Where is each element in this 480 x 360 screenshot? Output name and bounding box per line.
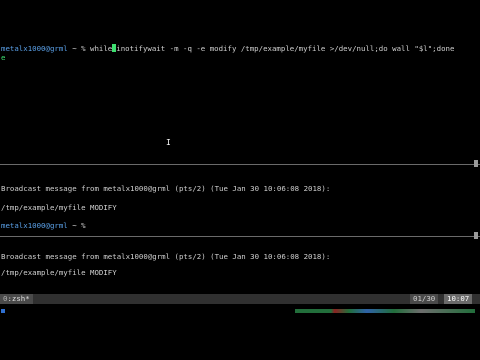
prompt-suffix: ~ % xyxy=(67,44,90,53)
top-pane[interactable]: metalx1000@grml ~ % while inotifywait -m … xyxy=(0,0,480,163)
tmux-status-bar: 0:zsh* 01/30 10:07 xyxy=(0,294,480,304)
event-message: /tmp/example/myfile MODIFY xyxy=(1,268,117,277)
prompt-line: metalx1000@grml ~ % xyxy=(1,221,90,230)
prompt-marker-icon xyxy=(1,309,5,313)
command-wrap-text: e xyxy=(1,53,6,62)
pane-divider-1[interactable] xyxy=(0,164,480,165)
prompt-user: metalx1000@grml xyxy=(1,44,68,53)
prompt-suffix: ~ % xyxy=(67,221,90,230)
broadcast-message: Broadcast message from metalx1000@grml (… xyxy=(1,252,331,261)
broadcast-message: Broadcast message from metalx1000@grml (… xyxy=(1,184,331,193)
output-strip xyxy=(295,309,475,313)
command-wrap-line: e xyxy=(1,53,5,62)
command-text-after-cursor: inotifywait -m -q -e modify /tmp/example… xyxy=(116,44,455,53)
window-name: :zsh* xyxy=(7,294,30,303)
mouse-ibeam-icon: I xyxy=(166,138,171,147)
bottom-pane[interactable]: Broadcast message from metalx1000@grml (… xyxy=(0,238,480,293)
prompt-user: metalx1000@grml xyxy=(1,221,68,230)
middle-pane[interactable]: Broadcast message from metalx1000@grml (… xyxy=(0,166,480,235)
window-tab-zsh[interactable]: 0:zsh* xyxy=(0,294,33,304)
terminal-window[interactable]: metalx1000@grml ~ % while inotifywait -m … xyxy=(0,0,480,360)
event-message: /tmp/example/myfile MODIFY xyxy=(1,203,117,212)
pane-divider-2[interactable] xyxy=(0,236,480,237)
status-clock: 10:07 xyxy=(444,294,473,304)
command-line: metalx1000@grml ~ % while inotifywait -m … xyxy=(1,44,454,53)
command-text-before-cursor: while xyxy=(90,44,113,53)
status-position: 01/30 xyxy=(410,294,439,304)
